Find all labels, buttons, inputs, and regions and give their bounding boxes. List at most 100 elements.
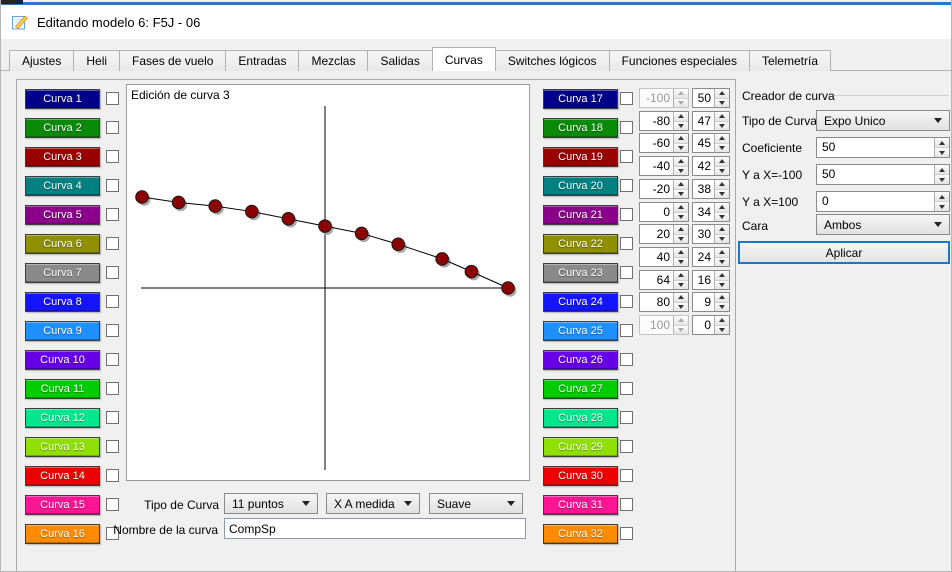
curva-11-button[interactable]: Curva 11 xyxy=(25,379,100,399)
tab-entradas[interactable]: Entradas xyxy=(225,50,300,71)
curva-11-checkbox[interactable] xyxy=(106,382,119,395)
spin-up-button[interactable] xyxy=(674,293,688,303)
spin-down-button[interactable] xyxy=(935,175,949,184)
spin-up-button[interactable] xyxy=(674,248,688,258)
spin-down-button[interactable] xyxy=(715,257,729,266)
curva-6-checkbox[interactable] xyxy=(106,237,119,250)
spin-up-button[interactable] xyxy=(715,293,729,303)
curva-2-button[interactable]: Curva 2 xyxy=(25,118,100,138)
curva-19-button[interactable]: Curva 19 xyxy=(543,147,618,167)
curva-23-checkbox[interactable] xyxy=(620,266,633,279)
spin-down-button[interactable] xyxy=(715,325,729,334)
curve-point-10[interactable] xyxy=(464,264,479,279)
curva-26-checkbox[interactable] xyxy=(620,353,633,366)
spin-up-button[interactable] xyxy=(674,157,688,167)
curve-name-input[interactable] xyxy=(224,518,526,539)
spin-up-button[interactable] xyxy=(715,112,729,122)
point-8-y-spinner[interactable]: 24 xyxy=(692,247,730,267)
spin-down-button[interactable] xyxy=(935,202,949,211)
point-4-x-spinner[interactable]: -40 xyxy=(639,156,689,176)
curva-9-checkbox[interactable] xyxy=(106,324,119,337)
spin-up-button[interactable] xyxy=(715,225,729,235)
curva-7-checkbox[interactable] xyxy=(106,266,119,279)
curva-22-button[interactable]: Curva 22 xyxy=(543,234,618,254)
creator-type-combo[interactable]: Expo Unico xyxy=(816,110,950,131)
point-6-x-spinner[interactable]: 0 xyxy=(639,202,689,222)
curva-12-button[interactable]: Curva 12 xyxy=(25,408,100,428)
curva-31-checkbox[interactable] xyxy=(620,498,633,511)
curve-point-4[interactable] xyxy=(245,204,259,219)
curva-10-button[interactable]: Curva 10 xyxy=(25,350,100,370)
curva-4-checkbox[interactable] xyxy=(106,179,119,192)
curva-4-button[interactable]: Curva 4 xyxy=(25,176,100,196)
curve-editor-canvas[interactable]: Edición de curva 3 xyxy=(126,84,530,481)
curva-25-button[interactable]: Curva 25 xyxy=(543,321,618,341)
spin-down-button[interactable] xyxy=(674,234,688,243)
point-5-x-spinner[interactable]: -20 xyxy=(639,179,689,199)
point-2-y-spinner[interactable]: 47 xyxy=(692,111,730,131)
spin-up-button[interactable] xyxy=(935,192,949,202)
point-4-y-spinner[interactable]: 42 xyxy=(692,156,730,176)
tab-curvas[interactable]: Curvas xyxy=(431,47,496,71)
curva-9-button[interactable]: Curva 9 xyxy=(25,321,100,341)
curva-29-button[interactable]: Curva 29 xyxy=(543,437,618,457)
point-3-x-spinner[interactable]: -60 xyxy=(639,133,689,153)
curva-32-checkbox[interactable] xyxy=(620,527,633,540)
spin-up-button[interactable] xyxy=(935,138,949,148)
curva-29-checkbox[interactable] xyxy=(620,440,633,453)
curva-25-checkbox[interactable] xyxy=(620,324,633,337)
curva-30-checkbox[interactable] xyxy=(620,469,633,482)
spin-down-button[interactable] xyxy=(715,280,729,289)
spin-up-button[interactable] xyxy=(674,180,688,190)
curva-14-checkbox[interactable] xyxy=(106,469,119,482)
spin-down-button[interactable] xyxy=(674,121,688,130)
curva-6-button[interactable]: Curva 6 xyxy=(25,234,100,254)
curva-28-checkbox[interactable] xyxy=(620,411,633,424)
curva-27-button[interactable]: Curva 27 xyxy=(543,379,618,399)
tab-mezclas[interactable]: Mezclas xyxy=(298,50,369,71)
tab-fases-de-vuelo[interactable]: Fases de vuelo xyxy=(119,50,227,71)
y-at-xneg100-spinner[interactable]: 50 xyxy=(816,164,950,185)
curva-21-checkbox[interactable] xyxy=(620,208,633,221)
tab-telemetri-a[interactable]: Telemetría xyxy=(748,50,831,71)
point-8-x-spinner[interactable]: 40 xyxy=(639,247,689,267)
curva-26-button[interactable]: Curva 26 xyxy=(543,350,618,370)
spin-up-button[interactable] xyxy=(715,271,729,281)
point-3-y-spinner[interactable]: 45 xyxy=(692,133,730,153)
point-7-x-spinner[interactable]: 20 xyxy=(639,224,689,244)
coefficient-spinner[interactable]: 50 xyxy=(816,137,950,158)
curva-30-button[interactable]: Curva 30 xyxy=(543,466,618,486)
curva-2-checkbox[interactable] xyxy=(106,121,119,134)
curva-28-button[interactable]: Curva 28 xyxy=(543,408,618,428)
spin-up-button[interactable] xyxy=(715,248,729,258)
curva-23-button[interactable]: Curva 23 xyxy=(543,263,618,283)
curve-point-3[interactable] xyxy=(208,199,222,213)
curva-16-button[interactable]: Curva 16 xyxy=(25,524,100,544)
curva-24-button[interactable]: Curva 24 xyxy=(543,292,618,312)
tab-ajustes[interactable]: Ajustes xyxy=(9,50,75,71)
curva-27-checkbox[interactable] xyxy=(620,382,633,395)
curva-1-checkbox[interactable] xyxy=(106,92,119,105)
spin-down-button[interactable] xyxy=(674,212,688,221)
apply-button[interactable]: Aplicar xyxy=(738,241,950,264)
curva-21-button[interactable]: Curva 21 xyxy=(543,205,618,225)
spin-down-button[interactable] xyxy=(935,148,949,157)
curva-12-checkbox[interactable] xyxy=(106,411,119,424)
curve-point-5[interactable] xyxy=(281,212,296,226)
spin-up-button[interactable] xyxy=(674,134,688,144)
x-mode-combo[interactable]: X A medida xyxy=(326,493,420,514)
spin-down-button[interactable] xyxy=(715,121,729,130)
spin-down-button[interactable] xyxy=(715,234,729,243)
spin-up-button[interactable] xyxy=(715,180,729,190)
tab-switches-lo-gicos[interactable]: Switches lógicos xyxy=(494,50,610,71)
point-6-y-spinner[interactable]: 34 xyxy=(692,202,730,222)
curva-1-button[interactable]: Curva 1 xyxy=(25,89,100,109)
curva-13-checkbox[interactable] xyxy=(106,440,119,453)
point-2-x-spinner[interactable]: -80 xyxy=(639,111,689,131)
curva-32-button[interactable]: Curva 32 xyxy=(543,524,618,544)
curve-point-2[interactable] xyxy=(171,195,186,210)
spin-up-button[interactable] xyxy=(674,225,688,235)
tab-funciones-especiales[interactable]: Funciones especiales xyxy=(608,50,750,71)
spin-up-button[interactable] xyxy=(715,203,729,213)
curva-19-checkbox[interactable] xyxy=(620,150,633,163)
